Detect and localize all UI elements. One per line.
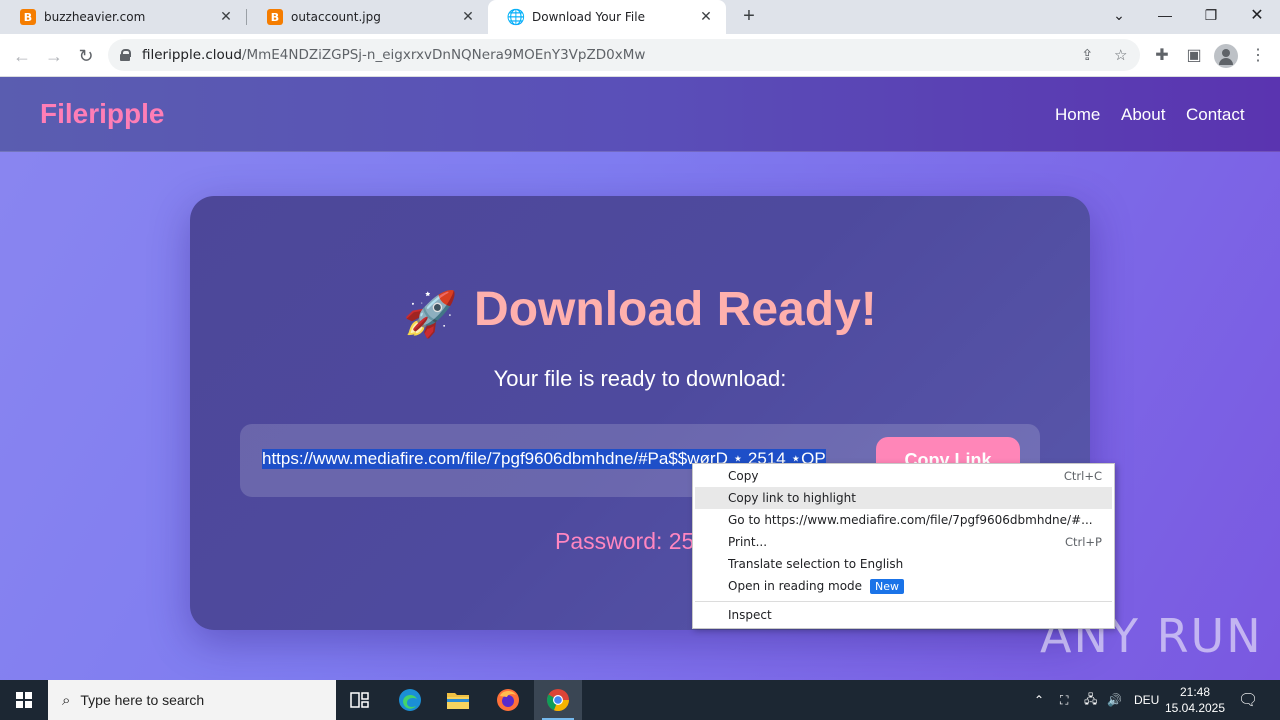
- password-text: Password: 25: [555, 528, 695, 554]
- windows-logo-icon: [16, 692, 32, 708]
- menu-kebab-icon[interactable]: ⋮: [1246, 44, 1270, 68]
- windows-taskbar: ⌕ Type here to search ⌃ ⛶ 🖧 🔊 DEU 21:48 …: [0, 680, 1280, 720]
- bookmark-star-icon[interactable]: ☆: [1114, 46, 1127, 64]
- tab-title: outaccount.jpg: [291, 10, 381, 24]
- start-button[interactable]: [0, 680, 48, 720]
- page-title: 🚀 Download Ready!: [190, 282, 1090, 340]
- menu-item-label: Go to https://www.mediafire.com/file/7pg…: [728, 513, 1093, 527]
- network-icon[interactable]: 🖧: [1084, 680, 1097, 720]
- nav-contact-link[interactable]: Contact: [1186, 105, 1245, 125]
- tab-download-your-file[interactable]: 🌐 Download Your File ✕: [488, 0, 726, 34]
- url-path: /MmE4NDZiZGPSj-n_eigxrxvDnNQNera9MOEnY3V…: [241, 47, 646, 63]
- rocket-icon: 🚀: [403, 290, 459, 339]
- menu-item-print[interactable]: Print... Ctrl+P: [695, 531, 1112, 553]
- menu-item-copy-link-to-highlight[interactable]: Copy link to highlight: [695, 487, 1112, 509]
- context-menu: Copy Ctrl+C Copy link to highlight Go to…: [692, 463, 1115, 629]
- blogger-favicon-icon: B: [20, 9, 36, 25]
- side-panel-icon[interactable]: ▣: [1182, 44, 1206, 68]
- menu-item-label: Inspect: [728, 608, 772, 622]
- nav-about-link[interactable]: About: [1121, 105, 1165, 125]
- close-tab-icon[interactable]: ✕: [698, 9, 714, 25]
- subtitle: Your file is ready to download:: [493, 366, 787, 391]
- minimize-button[interactable]: —: [1143, 0, 1187, 30]
- new-badge: New: [870, 578, 905, 594]
- clock-time: 21:48: [1179, 685, 1211, 699]
- chrome-icon[interactable]: [534, 680, 582, 720]
- menu-separator: [695, 601, 1112, 602]
- file-explorer-icon[interactable]: [434, 680, 482, 720]
- menu-item-label: Translate selection to English: [728, 557, 904, 571]
- tab-title: buzzheavier.com: [44, 10, 146, 24]
- tray-device-icon[interactable]: ⛶: [1060, 680, 1068, 720]
- url-host: fileripple.cloud: [142, 47, 242, 63]
- profile-avatar[interactable]: [1214, 44, 1238, 68]
- forward-arrow-icon[interactable]: →: [42, 44, 66, 68]
- menu-item-label: Open in reading mode: [728, 579, 863, 593]
- edge-browser-icon[interactable]: [386, 680, 434, 720]
- tab-outaccount[interactable]: B outaccount.jpg ✕: [247, 0, 488, 34]
- search-placeholder: Type here to search: [80, 692, 205, 708]
- tab-buzzheavier[interactable]: B buzzheavier.com ✕: [0, 0, 246, 34]
- firefox-icon[interactable]: [484, 680, 532, 720]
- search-icon: ⌕: [62, 691, 71, 709]
- site-logo[interactable]: Fileripple: [40, 98, 164, 130]
- menu-item-label: Copy link to highlight: [728, 491, 856, 505]
- close-window-button[interactable]: ✕: [1235, 0, 1279, 30]
- close-tab-icon[interactable]: ✕: [460, 9, 476, 25]
- tab-strip: B buzzheavier.com ✕ B outaccount.jpg ✕ 🌐…: [0, 0, 1280, 34]
- share-icon[interactable]: ⇪: [1081, 46, 1094, 64]
- menu-item-shortcut: Ctrl+C: [1063, 469, 1102, 483]
- site-header: Fileripple Home About Contact: [0, 77, 1280, 152]
- nav-home-link[interactable]: Home: [1055, 105, 1100, 125]
- tab-search-chevron-icon[interactable]: ⌄: [1097, 0, 1141, 30]
- menu-item-inspect[interactable]: Inspect: [695, 604, 1112, 626]
- taskbar-clock[interactable]: 21:48 15.04.2025: [1164, 684, 1226, 716]
- globe-icon: 🌐: [506, 8, 526, 26]
- clock-date: 15.04.2025: [1164, 701, 1226, 715]
- reload-icon[interactable]: ↻: [74, 44, 98, 68]
- volume-icon[interactable]: 🔊: [1107, 680, 1122, 720]
- blogger-favicon-icon: B: [267, 9, 283, 25]
- menu-item-label: Copy: [728, 469, 759, 483]
- address-bar[interactable]: fileripple.cloud/MmE4NDZiZGPSj-n_eigxrxv…: [108, 39, 1140, 71]
- lock-icon[interactable]: [120, 49, 131, 61]
- menu-item-translate[interactable]: Translate selection to English: [695, 553, 1112, 575]
- back-arrow-icon[interactable]: ←: [10, 44, 34, 68]
- notification-icon[interactable]: 🗨: [1238, 680, 1258, 720]
- browser-toolbar: ← → ↻ fileripple.cloud/MmE4NDZiZGPSj-n_e…: [0, 34, 1280, 77]
- menu-item-label: Print...: [728, 535, 768, 549]
- menu-item-reading-mode[interactable]: Open in reading mode New: [695, 575, 1112, 597]
- tab-title: Download Your File: [532, 10, 645, 24]
- taskbar-search-box[interactable]: ⌕ Type here to search: [48, 680, 336, 720]
- extensions-puzzle-icon[interactable]: ✚: [1150, 44, 1174, 68]
- menu-item-shortcut: Ctrl+P: [1064, 535, 1102, 549]
- new-tab-button[interactable]: +: [738, 5, 760, 27]
- menu-item-copy[interactable]: Copy Ctrl+C: [695, 465, 1112, 487]
- show-hidden-icons-chevron[interactable]: ⌃: [1034, 680, 1044, 720]
- input-language[interactable]: DEU: [1134, 680, 1159, 720]
- close-tab-icon[interactable]: ✕: [218, 9, 234, 25]
- task-view-icon[interactable]: [336, 680, 384, 720]
- heading-text: Download Ready!: [474, 283, 877, 336]
- menu-item-go-to-url[interactable]: Go to https://www.mediafire.com/file/7pg…: [695, 509, 1112, 531]
- restore-button[interactable]: ❐: [1189, 0, 1233, 30]
